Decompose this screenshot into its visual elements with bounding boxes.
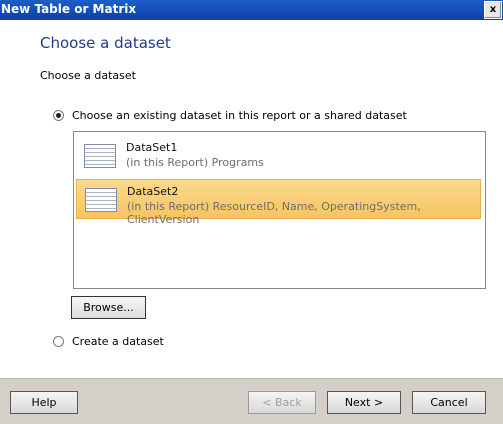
dataset-name: DataSet1 [126,141,178,154]
existing-dataset-label[interactable]: Choose an existing dataset in this repor… [72,109,407,122]
create-dataset-label[interactable]: Create a dataset [72,335,164,348]
browse-button[interactable]: Browse... [71,296,146,319]
back-button[interactable]: < Back [248,391,316,414]
cancel-button[interactable]: Cancel [412,391,486,414]
section-subtitle: Choose a dataset [40,69,136,82]
dataset-table-icon [84,144,116,168]
dataset-list[interactable]: DataSet1 (in this Report) Programs DataS… [73,131,486,289]
window-title: New Table or Matrix [1,2,137,16]
dataset-item-dataset1[interactable]: DataSet1 (in this Report) Programs [76,136,481,176]
dataset-description: (in this Report) ResourceID, Name, Opera… [127,200,421,226]
page-title: Choose a dataset [40,34,171,52]
help-button[interactable]: Help [10,391,78,414]
close-button[interactable]: x [484,1,502,19]
existing-dataset-radio[interactable] [53,110,64,121]
dialog-footer: Help < Back Next > Cancel [0,378,503,424]
dataset-table-icon [85,188,117,212]
next-button[interactable]: Next > [327,391,401,414]
title-bar: New Table or Matrix x [0,0,503,20]
create-dataset-radio[interactable] [53,336,64,347]
dataset-name: DataSet2 [127,185,179,198]
dataset-description: (in this Report) Programs [126,156,264,169]
dataset-item-dataset2[interactable]: DataSet2 (in this Report) ResourceID, Na… [76,179,481,226]
